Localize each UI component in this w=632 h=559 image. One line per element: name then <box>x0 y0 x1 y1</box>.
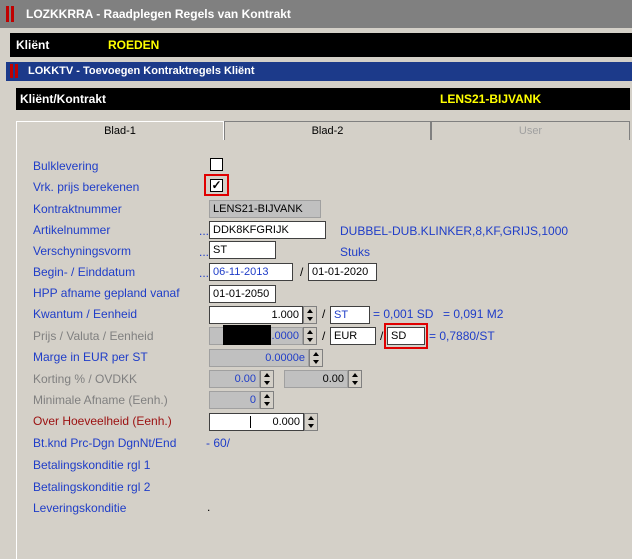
contract-bar-notch <box>132 85 280 88</box>
prijs-separator: / <box>322 329 326 343</box>
kwantum-separator: / <box>322 307 326 321</box>
bulklevering-label: Bulklevering <box>33 159 99 173</box>
verschijning-description: Stuks <box>340 245 371 259</box>
btknd-value: - 60/ <box>206 436 231 450</box>
kontraktnummer-field: LENS21-BIJVANK <box>209 200 321 218</box>
app-icon <box>6 6 16 22</box>
tab-user[interactable]: User <box>431 121 630 141</box>
prijs-conversion: = 0,7880/ST <box>429 329 495 343</box>
tab-blad-1[interactable]: Blad-1 <box>16 121 224 141</box>
kwantum-unit-input[interactable]: ST <box>330 306 370 324</box>
contract-bar: Kliënt/Kontrakt LENS21-BIJVANK <box>16 85 630 110</box>
marge-label: Marge in EUR per ST <box>33 350 148 364</box>
artikel-lookup-dots[interactable]: ... <box>199 224 209 238</box>
valuta-separator: / <box>380 329 384 343</box>
client-label: Kliënt <box>16 38 50 52</box>
korting-field: 0.00 <box>209 370 260 388</box>
begindatum-input[interactable]: 06-11-2013 <box>209 263 293 281</box>
verschijning-lookup-dots[interactable]: ... <box>199 245 209 259</box>
contract-value: LENS21-BIJVANK <box>440 92 542 106</box>
kwantum-input[interactable]: 1.000 <box>209 306 303 324</box>
kwantum-conversion: = 0,001 SD <box>373 307 434 321</box>
artikel-description: DUBBEL-DUB.KLINKER,8,KF,GRIJS,1000 <box>340 224 569 238</box>
subwindow-title: LOKKTV - Toevoegen Kontraktregels Kliënt <box>28 65 255 77</box>
redacted-block <box>223 325 271 345</box>
prijs-unit-input[interactable]: SD <box>387 327 425 345</box>
tab-strip: Blad-1 Blad-2 User <box>16 121 630 141</box>
leveringskonditie-label: Leveringskonditie <box>33 501 127 515</box>
tab-blad-2[interactable]: Blad-2 <box>224 121 431 141</box>
begin-lookup-dots[interactable]: ... <box>199 266 209 280</box>
vrk-prijs-checkbox[interactable]: ✓ <box>210 179 223 192</box>
datum-separator: / <box>300 265 304 279</box>
leveringskonditie-value: . <box>207 500 211 514</box>
korting-spinner <box>260 370 274 388</box>
artikel-input[interactable]: DDK8KFGRIJK <box>209 221 326 239</box>
hpp-input[interactable]: 01-01-2050 <box>209 285 276 303</box>
min-afname-spinner <box>260 391 274 409</box>
subwindow-icon <box>10 64 20 78</box>
artikel-label: Artikelnummer <box>33 223 111 237</box>
hpp-label: HPP afname gepland vanaf <box>33 286 180 300</box>
betalingskonditie-1-label: Betalingskonditie rgl 1 <box>33 458 151 472</box>
betalingskonditie-2-label: Betalingskonditie rgl 2 <box>33 480 151 494</box>
client-value: ROEDEN <box>108 38 160 52</box>
einddatum-input[interactable]: 01-01-2020 <box>308 263 377 281</box>
kwantum-label: Kwantum / Eenheid <box>33 307 138 321</box>
kwantum-conversion-m2: = 0,091 M2 <box>443 307 504 321</box>
datum-label: Begin- / Einddatum <box>33 265 136 279</box>
subwindow-titlebar: LOKKTV - Toevoegen Kontraktregels Kliënt <box>6 62 632 81</box>
kwantum-spinner[interactable] <box>303 306 317 324</box>
ovdkk-spinner <box>348 370 362 388</box>
verschijning-label: Verschyningsvorm <box>33 244 132 258</box>
client-bar: Kliënt ROEDEN <box>10 33 632 57</box>
valuta-input[interactable]: EUR <box>330 327 376 345</box>
text-cursor <box>250 416 251 428</box>
marge-spinner <box>309 349 323 367</box>
form-panel: Bulklevering Vrk. prijs berekenen ✓ Kont… <box>16 140 630 559</box>
over-hoeveelheid-input[interactable]: 0.000 <box>209 413 304 431</box>
ovdkk-field: 0.00 <box>284 370 348 388</box>
over-hoeveelheid-label: Over Hoeveelheid (Eenh.) <box>33 414 172 428</box>
vrk-prijs-label: Vrk. prijs berekenen <box>33 180 140 194</box>
over-hoeveelheid-spinner[interactable] <box>304 413 318 431</box>
prijs-spinner <box>303 327 317 345</box>
kontraktnummer-label: Kontraktnummer <box>33 202 122 216</box>
marge-field: 0.0000e <box>209 349 309 367</box>
btknd-label: Bt.knd Prc-Dgn DgnNt/End <box>33 436 177 450</box>
window-title: LOZKKRRA - Raadplegen Regels van Kontrak… <box>26 7 291 21</box>
verschijning-input[interactable]: ST <box>209 241 276 259</box>
prijs-label: Prijs / Valuta / Eenheid <box>33 329 154 343</box>
korting-label: Korting % / OVDKK <box>33 372 138 386</box>
bulklevering-checkbox[interactable] <box>210 158 223 171</box>
min-afname-label: Minimale Afname (Eenh.) <box>33 393 168 407</box>
min-afname-field: 0 <box>209 391 260 409</box>
contract-label: Kliënt/Kontrakt <box>20 92 107 106</box>
window-titlebar: LOZKKRRA - Raadplegen Regels van Kontrak… <box>0 0 632 28</box>
